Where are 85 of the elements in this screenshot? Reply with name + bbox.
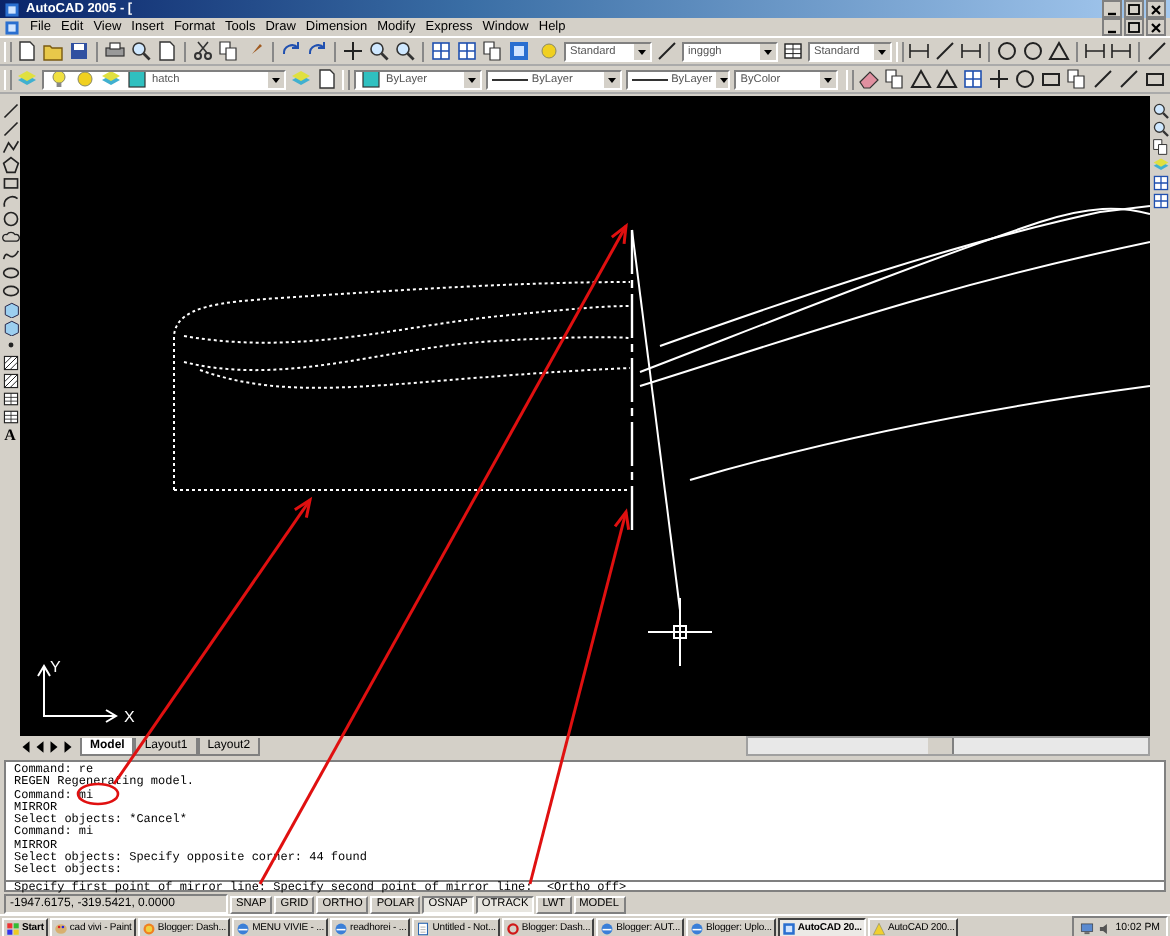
grid-icon[interactable]: [456, 40, 478, 62]
circle-icon[interactable]: [996, 40, 1018, 62]
magnifier-icon[interactable]: [130, 40, 152, 62]
color-swatch-icon: [359, 71, 382, 87]
magnifier-icon[interactable]: [1151, 120, 1169, 138]
bulb-icon: [48, 71, 70, 87]
magnifier-icon[interactable]: [394, 40, 416, 62]
table-icon[interactable]: [1, 390, 19, 408]
line-icon[interactable]: [1118, 68, 1140, 90]
page-icon[interactable]: [156, 40, 178, 62]
grid-icon[interactable]: [1151, 192, 1169, 210]
dropdown-arrow-icon[interactable]: [716, 71, 729, 87]
arc-icon[interactable]: [1, 192, 19, 210]
dropdown-arrow-icon[interactable]: [820, 71, 836, 87]
minimize-button[interactable]: [1102, 18, 1122, 36]
dropdown-arrow-icon[interactable]: [463, 71, 480, 87]
cloud-icon[interactable]: [1, 228, 19, 246]
table-icon[interactable]: [782, 40, 804, 62]
line-icon[interactable]: [1092, 68, 1114, 90]
hatch-icon[interactable]: [1, 354, 19, 372]
dimension-icon[interactable]: [960, 40, 982, 62]
axis-label: Y: [50, 658, 61, 676]
magnifier-icon[interactable]: [1151, 102, 1169, 120]
cross-icon[interactable]: [342, 40, 364, 62]
printer-icon[interactable]: [104, 40, 126, 62]
cross-icon[interactable]: [988, 68, 1010, 90]
grid-icon[interactable]: [1151, 174, 1169, 192]
rectangle-icon[interactable]: [1040, 68, 1062, 90]
circle-icon[interactable]: [1, 210, 19, 228]
dimension-icon[interactable]: [1110, 40, 1132, 62]
horizontal-scrollbar[interactable]: [746, 736, 1150, 756]
dimension-icon[interactable]: [1084, 40, 1106, 62]
rectangle-icon[interactable]: [1144, 68, 1166, 90]
ring-icon: [505, 921, 520, 935]
table-icon[interactable]: [1, 408, 19, 426]
dimension-icon[interactable]: [908, 40, 930, 62]
eraser-icon[interactable]: [858, 68, 880, 90]
circle-icon[interactable]: [1014, 68, 1036, 90]
hatch-icon[interactable]: [1, 372, 19, 390]
color-swatch-icon: [126, 71, 148, 87]
rectangle-icon[interactable]: [1, 174, 19, 192]
polygon-icon[interactable]: [1, 156, 19, 174]
line-icon[interactable]: [1146, 40, 1168, 62]
notepad-icon: [416, 921, 431, 935]
palette-icon: [53, 921, 68, 935]
triangle-icon[interactable]: [936, 68, 958, 90]
crosshair-cursor: [647, 597, 713, 667]
spline-icon[interactable]: [1, 246, 19, 264]
scissors-icon[interactable]: [192, 40, 214, 62]
pages-icon[interactable]: [1151, 138, 1169, 156]
line-sample-icon: [631, 75, 668, 83]
minimize-button[interactable]: [1102, 0, 1122, 18]
line-sample-icon: [491, 75, 528, 83]
line-icon[interactable]: [1, 102, 19, 120]
triangle-icon[interactable]: [1048, 40, 1070, 62]
pages-icon[interactable]: [482, 40, 504, 62]
pages-icon[interactable]: [1066, 68, 1088, 90]
triangle-icon[interactable]: [910, 68, 932, 90]
pages-icon[interactable]: [218, 40, 240, 62]
axis-label: X: [124, 708, 135, 726]
dropdown-arrow-icon[interactable]: [760, 43, 776, 59]
line-icon[interactable]: [1, 120, 19, 138]
grid-icon[interactable]: [430, 40, 452, 62]
sun-icon: [74, 71, 96, 87]
dropdown-arrow-icon[interactable]: [634, 43, 650, 59]
grid-icon[interactable]: [962, 68, 984, 90]
line-icon[interactable]: [934, 40, 956, 62]
dropdown-arrow-icon[interactable]: [267, 71, 284, 87]
speaker-icon[interactable]: [1097, 921, 1112, 935]
circle-icon[interactable]: [1022, 40, 1044, 62]
pages-icon[interactable]: [884, 68, 906, 90]
close-button[interactable]: [1146, 0, 1166, 18]
close-button[interactable]: [1146, 18, 1166, 36]
page-icon[interactable]: [16, 40, 38, 62]
monitor-icon[interactable]: [1079, 921, 1094, 935]
line-icon[interactable]: [656, 40, 678, 62]
magnifier-icon[interactable]: [368, 40, 390, 62]
layers-icon: [100, 71, 122, 87]
dropdown-arrow-icon[interactable]: [603, 71, 620, 87]
dropdown-arrow-icon[interactable]: [874, 43, 890, 59]
flag-icon: [6, 921, 20, 935]
polyline-icon[interactable]: [1, 138, 19, 156]
text-tool[interactable]: A: [4, 426, 16, 446]
ucs-axes-icon: [37, 664, 118, 723]
page-icon[interactable]: [315, 68, 338, 90]
